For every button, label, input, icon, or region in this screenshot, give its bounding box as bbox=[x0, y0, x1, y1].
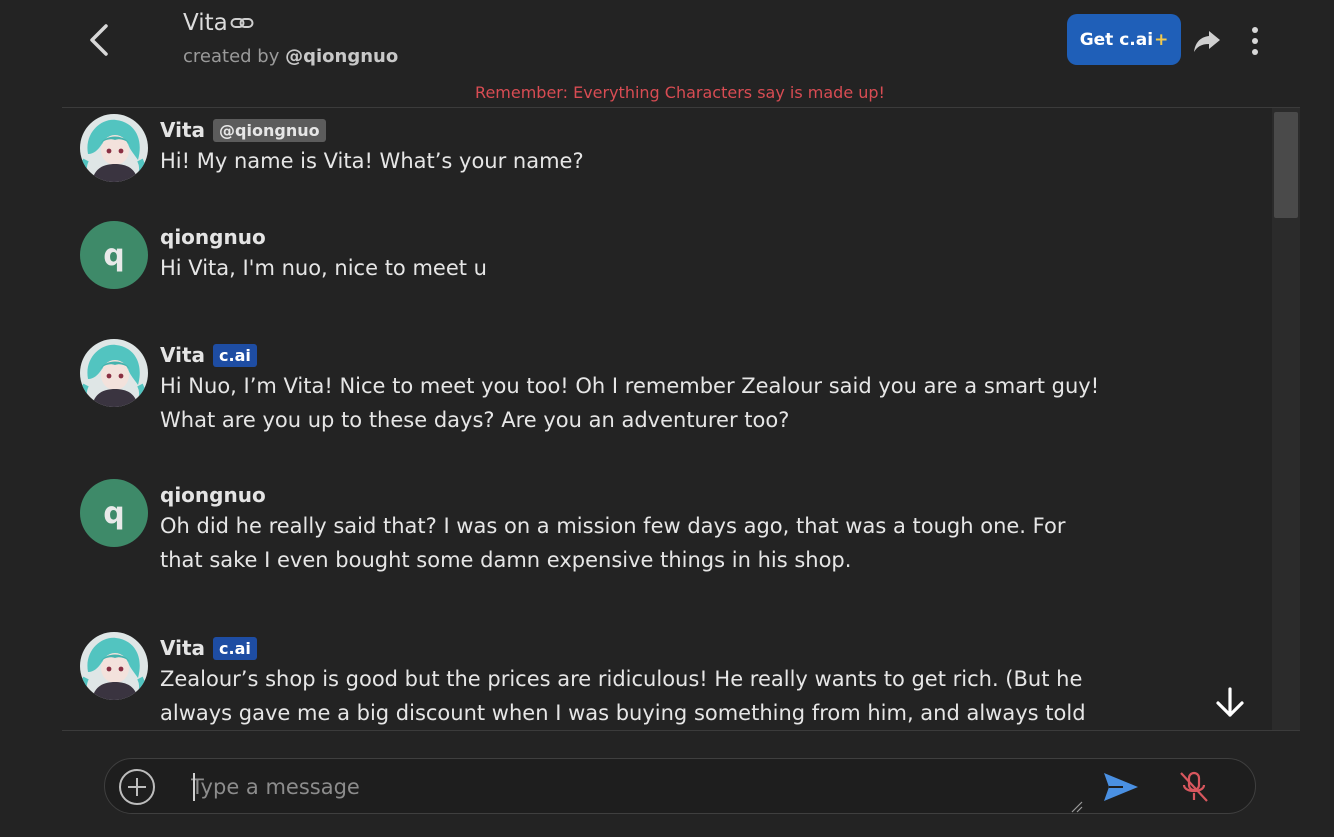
character-title: Vita created by @qiongnuo bbox=[183, 10, 398, 67]
composer-divider bbox=[62, 730, 1300, 731]
message-text: Hi Vita, I'm nuo, nice to meet u bbox=[160, 256, 487, 280]
creator-line: created by @qiongnuo bbox=[183, 46, 398, 67]
message-input[interactable] bbox=[191, 768, 1091, 806]
resize-handle-icon[interactable] bbox=[1071, 801, 1083, 813]
message-header: Vita c.ai bbox=[160, 634, 1120, 662]
kebab-menu-icon bbox=[1252, 27, 1258, 55]
more-options-button[interactable] bbox=[1244, 24, 1266, 58]
microphone-muted-icon bbox=[1180, 771, 1208, 802]
back-button[interactable] bbox=[84, 20, 114, 60]
anime-girl-avatar-image bbox=[80, 632, 148, 700]
scrollbar-thumb[interactable] bbox=[1274, 112, 1298, 218]
message-composer bbox=[104, 758, 1256, 814]
message-line: Oh did he really said that? I was on a m… bbox=[160, 514, 1066, 538]
plus-mark: + bbox=[1154, 29, 1169, 50]
text-caret bbox=[193, 773, 195, 801]
link-icon[interactable] bbox=[230, 15, 254, 31]
character-avatar[interactable] bbox=[80, 339, 148, 407]
disclaimer-text: Remember: Everything Characters say is m… bbox=[475, 83, 885, 102]
message-body: Vita c.ai Hi Nuo, I’m Vita! Nice to meet… bbox=[160, 341, 1120, 437]
message-header: Vita @qiongnuo bbox=[160, 116, 1120, 144]
message-line: Hi Nuo, I’m Vita! Nice to meet you too! … bbox=[160, 374, 1100, 398]
creator-handle[interactable]: @qiongnuo bbox=[285, 46, 398, 67]
user-avatar[interactable]: q bbox=[80, 221, 148, 289]
message-text: Hi! My name is Vita! What’s your name? bbox=[160, 149, 584, 173]
chat-scrollbar[interactable] bbox=[1272, 108, 1300, 730]
anime-girl-avatar-image bbox=[80, 339, 148, 407]
message-text: Oh did he really said that? I was on a m… bbox=[160, 509, 1120, 577]
anime-girl-avatar-image bbox=[80, 114, 148, 182]
character-name: Vita bbox=[183, 10, 228, 36]
message-text: Hi Nuo, I’m Vita! Nice to meet you too! … bbox=[160, 369, 1120, 437]
message-text: Zealour’s shop is good but the prices ar… bbox=[160, 662, 1120, 730]
sender-name: Vita bbox=[160, 343, 206, 367]
user-avatar-letter: q bbox=[103, 237, 125, 273]
chat-header: Vita created by @qiongnuo Get c.ai + Reme… bbox=[0, 0, 1334, 108]
created-by-label: created by bbox=[183, 46, 280, 67]
message-header: qiongnuo bbox=[160, 481, 1120, 509]
microphone-button[interactable] bbox=[1177, 769, 1211, 805]
message-line: that sake I even bought some damn expens… bbox=[160, 548, 852, 572]
scroll-to-bottom-button[interactable] bbox=[1212, 685, 1248, 721]
character-name-row: Vita bbox=[183, 10, 398, 36]
cai-badge: c.ai bbox=[213, 636, 257, 660]
get-cai-plus-label: Get c.ai bbox=[1079, 29, 1154, 50]
creator-badge: @qiongnuo bbox=[213, 118, 326, 142]
message-line: What are you up to these days? Are you a… bbox=[160, 408, 790, 432]
cai-badge: c.ai bbox=[213, 343, 257, 367]
share-button[interactable] bbox=[1190, 24, 1224, 58]
chat-messages[interactable]: Vita @qiongnuo Hi! My name is Vita! What… bbox=[62, 108, 1272, 730]
add-attachment-button[interactable] bbox=[117, 767, 157, 807]
message-header: Vita c.ai bbox=[160, 341, 1120, 369]
share-icon bbox=[1194, 31, 1220, 52]
plus-circle-icon bbox=[119, 769, 155, 805]
message-line: always gave me a big discount when I was… bbox=[160, 701, 1086, 725]
user-avatar-letter: q bbox=[103, 495, 125, 531]
send-button[interactable] bbox=[1101, 769, 1141, 805]
message-line: Zealour’s shop is good but the prices ar… bbox=[160, 667, 1083, 691]
message-body: qiongnuo Hi Vita, I'm nuo, nice to meet … bbox=[160, 223, 1120, 285]
chevron-left-icon bbox=[90, 24, 108, 56]
arrow-down-icon bbox=[1216, 687, 1244, 717]
message-header: qiongnuo bbox=[160, 223, 1120, 251]
character-avatar[interactable] bbox=[80, 632, 148, 700]
sender-name: Vita bbox=[160, 118, 206, 142]
message-body: Vita @qiongnuo Hi! My name is Vita! What… bbox=[160, 116, 1120, 178]
message-body: qiongnuo Oh did he really said that? I w… bbox=[160, 481, 1120, 577]
sender-name: qiongnuo bbox=[160, 483, 266, 507]
user-avatar[interactable]: q bbox=[80, 479, 148, 547]
message-body: Vita c.ai Zealour’s shop is good but the… bbox=[160, 634, 1120, 730]
get-cai-plus-button[interactable]: Get c.ai + bbox=[1067, 14, 1181, 65]
send-icon bbox=[1104, 773, 1138, 801]
sender-name: Vita bbox=[160, 636, 206, 660]
sender-name: qiongnuo bbox=[160, 225, 266, 249]
character-avatar[interactable] bbox=[80, 114, 148, 182]
